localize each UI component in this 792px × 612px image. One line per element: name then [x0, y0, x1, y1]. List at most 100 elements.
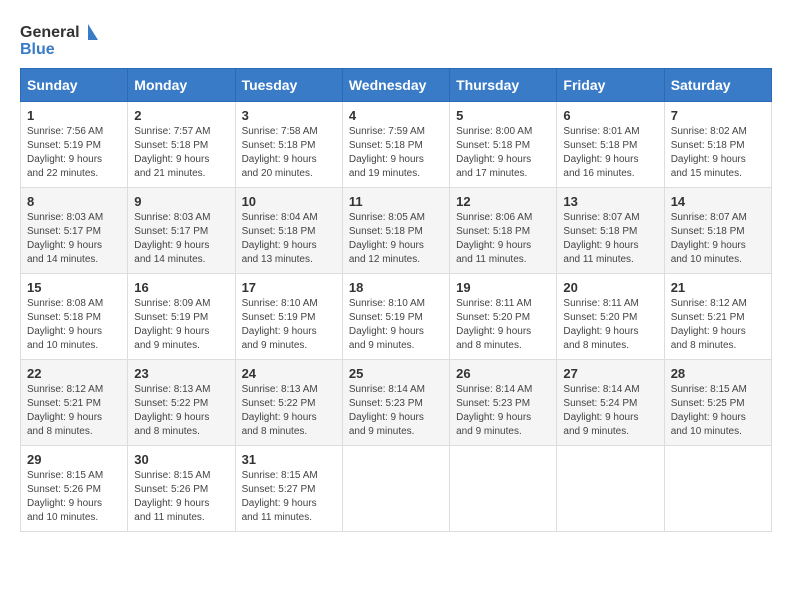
day-info: Sunrise: 8:03 AMSunset: 5:17 PMDaylight:… — [27, 212, 103, 265]
day-info: Sunrise: 8:15 AMSunset: 5:26 PMDaylight:… — [27, 470, 103, 523]
day-number: 9 — [134, 194, 228, 209]
calendar-cell: 23 Sunrise: 8:13 AMSunset: 5:22 PMDayligh… — [128, 360, 235, 446]
day-number: 30 — [134, 452, 228, 467]
day-number: 20 — [563, 280, 657, 295]
day-info: Sunrise: 7:56 AMSunset: 5:19 PMDaylight:… — [27, 126, 103, 179]
day-info: Sunrise: 8:15 AMSunset: 5:26 PMDaylight:… — [134, 470, 210, 523]
day-number: 7 — [671, 108, 765, 123]
day-number: 10 — [242, 194, 336, 209]
day-number: 16 — [134, 280, 228, 295]
day-number: 29 — [27, 452, 121, 467]
day-info: Sunrise: 7:59 AMSunset: 5:18 PMDaylight:… — [349, 126, 425, 179]
calendar-cell: 31Sunrise: 8:15 AMSunset: 5:27 PMDayligh… — [235, 446, 342, 532]
day-info: Sunrise: 7:57 AMSunset: 5:18 PMDaylight:… — [134, 126, 210, 179]
col-header-saturday: Saturday — [664, 69, 771, 102]
day-info: Sunrise: 8:14 AMSunset: 5:23 PMDaylight:… — [456, 384, 532, 437]
col-header-monday: Monday — [128, 69, 235, 102]
day-number: 19 — [456, 280, 550, 295]
day-info: Sunrise: 8:07 AMSunset: 5:18 PMDaylight:… — [671, 212, 747, 265]
calendar-cell: 1 Sunrise: 7:56 AMSunset: 5:19 PMDaylight… — [21, 102, 128, 188]
calendar-cell: 18 Sunrise: 8:10 AMSunset: 5:19 PMDayligh… — [342, 274, 449, 360]
day-number: 26 — [456, 366, 550, 381]
logo: General Blue — [20, 20, 100, 60]
calendar-cell: 20 Sunrise: 8:11 AMSunset: 5:20 PMDayligh… — [557, 274, 664, 360]
calendar-cell: 28Sunrise: 8:15 AMSunset: 5:25 PMDayligh… — [664, 360, 771, 446]
day-info: Sunrise: 8:14 AMSunset: 5:24 PMDaylight:… — [563, 384, 639, 437]
calendar-cell — [557, 446, 664, 532]
calendar-cell: 7Sunrise: 8:02 AMSunset: 5:18 PMDaylight… — [664, 102, 771, 188]
svg-text:General: General — [20, 24, 80, 41]
calendar-cell — [664, 446, 771, 532]
calendar-cell: 12 Sunrise: 8:06 AMSunset: 5:18 PMDayligh… — [450, 188, 557, 274]
calendar-cell: 6 Sunrise: 8:01 AMSunset: 5:18 PMDaylight… — [557, 102, 664, 188]
day-number: 14 — [671, 194, 765, 209]
day-number: 23 — [134, 366, 228, 381]
col-header-thursday: Thursday — [450, 69, 557, 102]
calendar-week-1: 1 Sunrise: 7:56 AMSunset: 5:19 PMDaylight… — [21, 102, 772, 188]
calendar-cell: 19 Sunrise: 8:11 AMSunset: 5:20 PMDayligh… — [450, 274, 557, 360]
day-number: 21 — [671, 280, 765, 295]
calendar-cell: 5 Sunrise: 8:00 AMSunset: 5:18 PMDaylight… — [450, 102, 557, 188]
calendar-cell: 21 Sunrise: 8:12 AMSunset: 5:21 PMDayligh… — [664, 274, 771, 360]
day-number: 11 — [349, 194, 443, 209]
calendar-cell: 11 Sunrise: 8:05 AMSunset: 5:18 PMDayligh… — [342, 188, 449, 274]
day-info: Sunrise: 8:13 AMSunset: 5:22 PMDaylight:… — [242, 384, 318, 437]
day-number: 12 — [456, 194, 550, 209]
day-info: Sunrise: 8:01 AMSunset: 5:18 PMDaylight:… — [563, 126, 639, 179]
day-info: Sunrise: 8:14 AMSunset: 5:23 PMDaylight:… — [349, 384, 425, 437]
day-info: Sunrise: 8:05 AMSunset: 5:18 PMDaylight:… — [349, 212, 425, 265]
calendar-cell: 30 Sunrise: 8:15 AMSunset: 5:26 PMDayligh… — [128, 446, 235, 532]
day-number: 13 — [563, 194, 657, 209]
day-info: Sunrise: 8:11 AMSunset: 5:20 PMDaylight:… — [456, 298, 531, 351]
calendar-cell: 26 Sunrise: 8:14 AMSunset: 5:23 PMDayligh… — [450, 360, 557, 446]
calendar-table: SundayMondayTuesdayWednesdayThursdayFrid… — [20, 68, 772, 532]
day-info: Sunrise: 8:10 AMSunset: 5:19 PMDaylight:… — [349, 298, 425, 351]
col-header-sunday: Sunday — [21, 69, 128, 102]
day-number: 18 — [349, 280, 443, 295]
day-number: 5 — [456, 108, 550, 123]
calendar-cell: 8 Sunrise: 8:03 AMSunset: 5:17 PMDaylight… — [21, 188, 128, 274]
calendar-cell: 16 Sunrise: 8:09 AMSunset: 5:19 PMDayligh… — [128, 274, 235, 360]
calendar-cell: 2Sunrise: 7:57 AMSunset: 5:18 PMDaylight… — [128, 102, 235, 188]
header: General Blue — [20, 20, 772, 60]
calendar-cell: 14 Sunrise: 8:07 AMSunset: 5:18 PMDayligh… — [664, 188, 771, 274]
day-number: 1 — [27, 108, 121, 123]
calendar-cell — [342, 446, 449, 532]
day-number: 22 — [27, 366, 121, 381]
calendar-cell: 24 Sunrise: 8:13 AMSunset: 5:22 PMDayligh… — [235, 360, 342, 446]
col-header-friday: Friday — [557, 69, 664, 102]
day-number: 6 — [563, 108, 657, 123]
day-info: Sunrise: 8:10 AMSunset: 5:19 PMDaylight:… — [242, 298, 318, 351]
day-info: Sunrise: 8:00 AMSunset: 5:18 PMDaylight:… — [456, 126, 532, 179]
day-info: Sunrise: 7:58 AMSunset: 5:18 PMDaylight:… — [242, 126, 318, 179]
day-number: 4 — [349, 108, 443, 123]
day-info: Sunrise: 8:07 AMSunset: 5:18 PMDaylight:… — [563, 212, 639, 265]
calendar-cell: 9 Sunrise: 8:03 AMSunset: 5:17 PMDaylight… — [128, 188, 235, 274]
calendar-header-row: SundayMondayTuesdayWednesdayThursdayFrid… — [21, 69, 772, 102]
day-number: 28 — [671, 366, 765, 381]
day-info: Sunrise: 8:04 AMSunset: 5:18 PMDaylight:… — [242, 212, 318, 265]
day-info: Sunrise: 8:09 AMSunset: 5:19 PMDaylight:… — [134, 298, 210, 351]
calendar-cell — [450, 446, 557, 532]
day-info: Sunrise: 8:11 AMSunset: 5:20 PMDaylight:… — [563, 298, 638, 351]
day-number: 24 — [242, 366, 336, 381]
day-number: 27 — [563, 366, 657, 381]
day-info: Sunrise: 8:13 AMSunset: 5:22 PMDaylight:… — [134, 384, 210, 437]
day-info: Sunrise: 8:06 AMSunset: 5:18 PMDaylight:… — [456, 212, 532, 265]
calendar-cell: 13 Sunrise: 8:07 AMSunset: 5:18 PMDayligh… — [557, 188, 664, 274]
day-number: 3 — [242, 108, 336, 123]
day-info: Sunrise: 8:15 AMSunset: 5:27 PMDaylight:… — [242, 470, 318, 523]
day-info: Sunrise: 8:12 AMSunset: 5:21 PMDaylight:… — [671, 298, 747, 351]
calendar-cell: 22Sunrise: 8:12 AMSunset: 5:21 PMDayligh… — [21, 360, 128, 446]
day-info: Sunrise: 8:03 AMSunset: 5:17 PMDaylight:… — [134, 212, 210, 265]
calendar-cell: 17 Sunrise: 8:10 AMSunset: 5:19 PMDayligh… — [235, 274, 342, 360]
calendar-cell: 15Sunrise: 8:08 AMSunset: 5:18 PMDayligh… — [21, 274, 128, 360]
calendar-week-4: 22Sunrise: 8:12 AMSunset: 5:21 PMDayligh… — [21, 360, 772, 446]
calendar-week-5: 29 Sunrise: 8:15 AMSunset: 5:26 PMDayligh… — [21, 446, 772, 532]
calendar-cell: 4 Sunrise: 7:59 AMSunset: 5:18 PMDaylight… — [342, 102, 449, 188]
calendar-cell: 27 Sunrise: 8:14 AMSunset: 5:24 PMDayligh… — [557, 360, 664, 446]
calendar-cell: 29 Sunrise: 8:15 AMSunset: 5:26 PMDayligh… — [21, 446, 128, 532]
day-number: 8 — [27, 194, 121, 209]
logo-svg: General Blue — [20, 20, 100, 60]
day-number: 17 — [242, 280, 336, 295]
